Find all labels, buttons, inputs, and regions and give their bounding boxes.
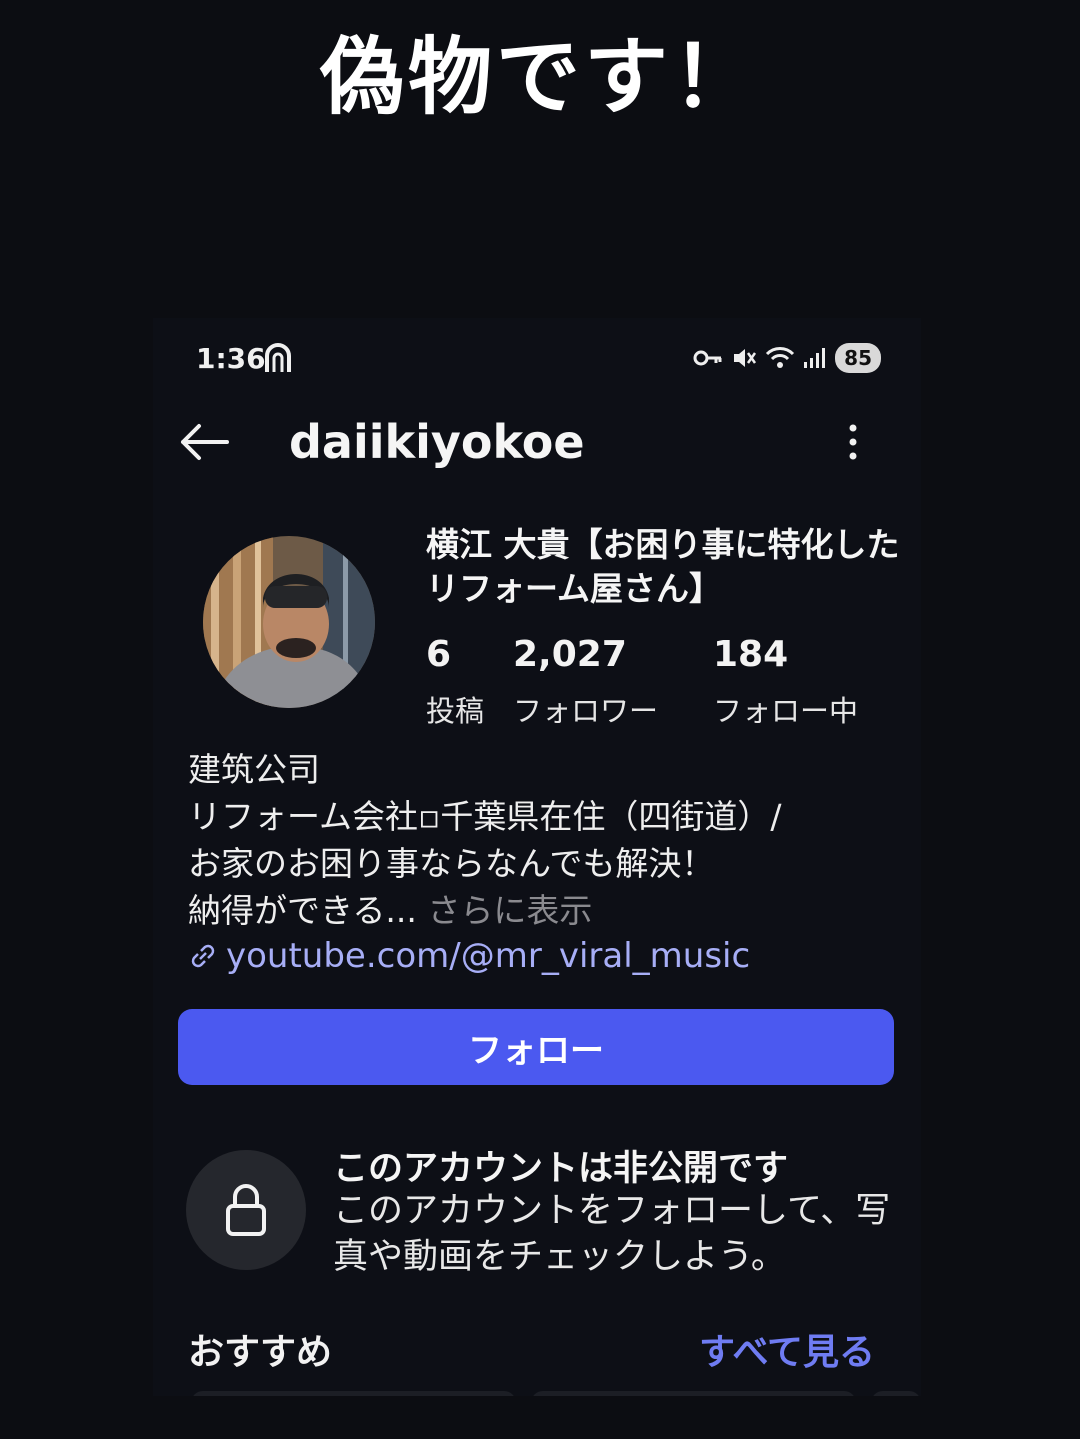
battery-level: 85 — [835, 343, 881, 373]
recommendation-card[interactable] — [531, 1391, 856, 1396]
stat-posts-label: 投稿 — [426, 694, 485, 728]
mute-icon — [734, 349, 757, 367]
threads-icon — [265, 343, 291, 372]
bio-line-truncated: 納得ができる... さらに表示 — [188, 887, 908, 934]
status-icons: 85 — [693, 340, 881, 376]
profile-username: daiikiyokoe — [289, 415, 585, 469]
bio-line: 納得ができる... — [188, 891, 417, 930]
private-account-title: このアカウントは非公開です — [333, 1149, 789, 1189]
stat-followers-label: フォロワー — [513, 694, 659, 728]
stat-following[interactable]: 184 フォロー中 — [713, 634, 858, 730]
bio-show-more-link[interactable]: さらに表示 — [427, 891, 592, 930]
status-bar: 1:36 85 — [153, 318, 921, 398]
stat-posts-count: 6 — [426, 634, 452, 675]
profile-avatar[interactable] — [203, 536, 375, 708]
signal-icon — [804, 348, 826, 368]
follow-button[interactable]: フォロー — [178, 1009, 894, 1085]
stat-followers[interactable]: 2,027 フォロワー — [513, 634, 658, 730]
private-lock-badge — [186, 1150, 306, 1270]
bio-line: リフォーム会社▫千葉県在住（四街道）/ — [188, 797, 782, 836]
more-vertical-icon[interactable] — [843, 419, 863, 465]
bio-line: 建筑公司 — [188, 750, 320, 789]
wifi-icon — [766, 347, 795, 368]
phone-screenshot: 1:36 85 daiikiyokoe 横江 大貴【お困り事に特化したリフォーム… — [153, 318, 921, 1396]
stat-following-label: フォロー中 — [713, 694, 859, 728]
link-icon — [191, 944, 215, 968]
fake-warning-banner: 偽物です！ — [319, 28, 760, 126]
profile-header: daiikiyokoe — [153, 413, 921, 473]
recommendation-card[interactable] — [191, 1391, 516, 1396]
recommendations-title: おすすめ — [188, 1332, 333, 1373]
stat-posts[interactable]: 6 投稿 — [426, 634, 484, 730]
profile-display-name: 横江 大貴【お困り事に特化したリフォーム屋さん】 — [426, 525, 900, 608]
bio-line: お家のお困り事ならなんでも解決！ — [188, 844, 715, 883]
profile-bio: 建筑公司 リフォーム会社▫千葉県在住（四街道）/ お家のお困り事ならなんでも解決… — [188, 746, 908, 934]
stat-followers-count: 2,027 — [513, 634, 627, 675]
profile-link-text[interactable]: youtube.com/@mr_viral_music — [226, 936, 750, 976]
lock-icon — [226, 1184, 266, 1236]
profile-link[interactable]: youtube.com/@mr_viral_music — [186, 936, 750, 976]
back-arrow-icon[interactable] — [175, 419, 231, 465]
recommendation-card[interactable] — [871, 1391, 921, 1396]
stat-following-count: 184 — [713, 634, 789, 675]
status-time: 1:36 — [196, 342, 266, 375]
private-account-description: このアカウントをフォローして、写真や動画をチェックしよう。 — [333, 1191, 891, 1277]
see-all-link[interactable]: すべて見る — [699, 1323, 875, 1375]
key-icon — [693, 350, 722, 366]
